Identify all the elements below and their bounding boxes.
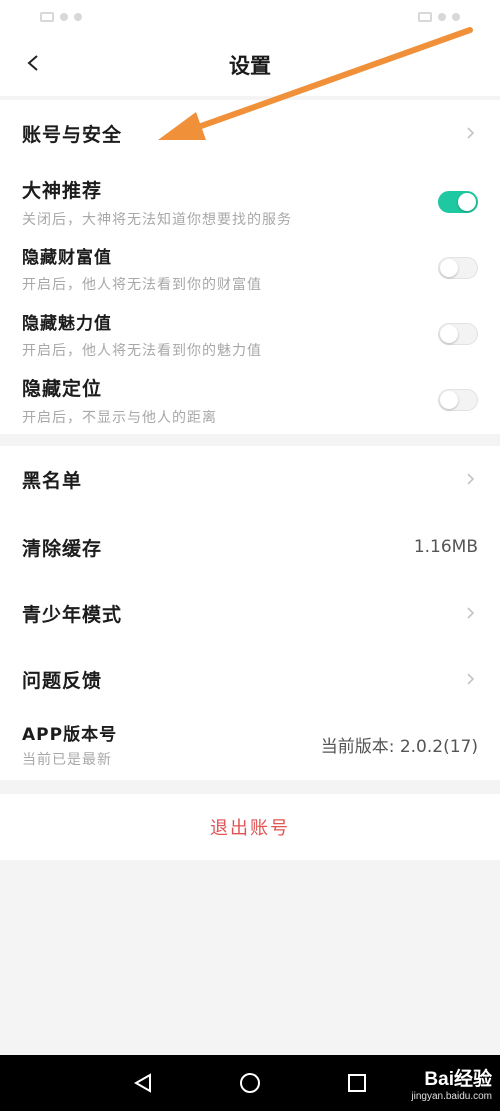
watermark-main: Bai经验 [424,1069,492,1090]
feedback-row[interactable]: 问题反馈 [0,646,500,712]
logout-card: 退出账号 [0,794,500,860]
clear-cache-label: 清除缓存 [22,537,103,560]
toggle-row-hide-charm: 隐藏魅力值 开启后，他人将无法看到你的魅力值 [0,302,500,366]
app-version-label: APP版本号 [22,724,118,745]
signal-icon [60,13,68,21]
account-security-label: 账号与安全 [22,123,123,146]
nav-back-button[interactable] [128,1068,158,1098]
toggle-knob [440,391,458,409]
nav-recents-button[interactable] [342,1068,372,1098]
battery-icon [452,13,460,21]
app-version-row: APP版本号 当前已是最新 当前版本: 2.0.2(17) [0,712,500,776]
back-triangle-icon [134,1073,152,1093]
status-bar [0,0,500,34]
blacklist-row[interactable]: 黑名单 [0,446,500,512]
watermark-sub: jingyan.baidu.com [411,1091,492,1102]
toggle-row-hide-wealth: 隐藏财富值 开启后，他人将无法看到你的财富值 [0,236,500,300]
youth-mode-row[interactable]: 青少年模式 [0,580,500,646]
youth-mode-label: 青少年模式 [22,603,123,626]
notification-icon [40,12,54,22]
wifi-icon [74,13,82,21]
hide-charm-toggle[interactable] [438,323,478,345]
hide-wealth-toggle[interactable] [438,257,478,279]
toggle-subtitle: 开启后，不显示与他人的距离 [22,409,217,426]
toggle-knob [440,259,458,277]
hide-location-toggle[interactable] [438,389,478,411]
toggle-subtitle: 开启后，他人将无法看到你的魅力值 [22,342,262,359]
toggle-title: 隐藏财富值 [22,247,112,268]
toggle-knob [440,325,458,343]
toggle-title: 隐藏魅力值 [22,313,112,334]
page-title: 设置 [229,54,271,78]
app-version-status: 当前已是最新 [22,751,112,768]
cache-size-value: 1.16MB [413,537,478,557]
toggle-knob [458,193,476,211]
chevron-right-icon [464,672,478,686]
app-version-value: 当前版本: 2.0.2(17) [320,736,478,757]
toggle-subtitle: 关闭后，大神将无法知道你想要找的服务 [22,211,292,228]
home-circle-icon [239,1073,260,1093]
settings-card-privacy: 账号与安全 大神推荐 关闭后，大神将无法知道你想要找的服务 隐藏财富值 开启后，… [0,100,500,434]
toggle-subtitle: 开启后，他人将无法看到你的财富值 [22,276,262,293]
clear-cache-row[interactable]: 清除缓存 1.16MB [0,514,500,580]
baidu-jingyan-watermark: Bai经验 jingyan.baidu.com [382,1060,492,1106]
back-button[interactable] [18,48,48,78]
recents-square-icon [347,1074,366,1092]
status-right [418,12,460,22]
logout-button[interactable]: 退出账号 [0,794,500,860]
chevron-left-icon [27,55,38,71]
alarm-icon [438,13,446,21]
nav-home-button[interactable] [235,1068,265,1098]
account-security-row[interactable]: 账号与安全 [0,100,500,166]
chevron-right-icon [464,606,478,620]
toggle-row-recommend: 大神推荐 关闭后，大神将无法知道你想要找的服务 [0,170,500,234]
chevron-right-icon [464,472,478,486]
blacklist-label: 黑名单 [22,469,83,492]
header: 设置 [0,34,500,96]
toggle-row-hide-location: 隐藏定位 开启后，不显示与他人的距离 [0,368,500,432]
feedback-label: 问题反馈 [22,669,103,692]
settings-card-general: 黑名单 清除缓存 1.16MB 青少年模式 问题反馈 APP版本号 当前已是最新… [0,446,500,780]
toggle-title: 隐藏定位 [22,377,103,400]
status-left [40,12,82,22]
recommend-toggle[interactable] [438,191,478,213]
message-icon [418,12,432,22]
toggle-title: 大神推荐 [22,179,103,202]
chevron-right-icon [464,126,478,140]
